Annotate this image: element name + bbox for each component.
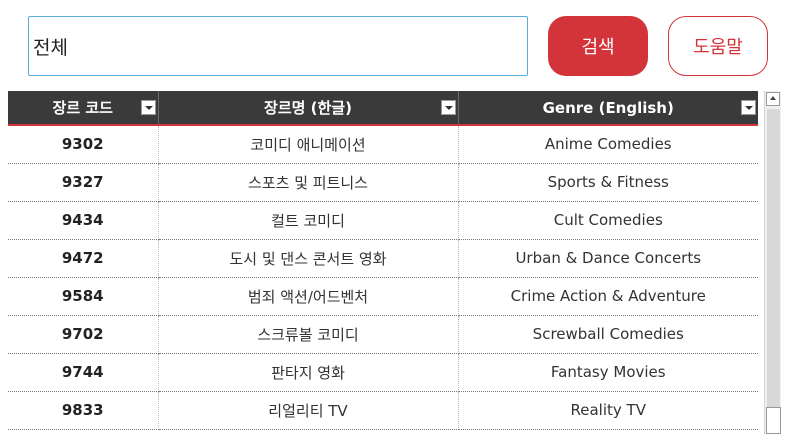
table-row[interactable]: 9302 코미디 애니메이션 Anime Comedies: [8, 125, 758, 164]
genre-code-cell: 9302: [8, 125, 159, 164]
page: 검색 도움말 장르 코드 장르명 (한글) Genre (English): [0, 0, 792, 434]
column-header-label: 장르명 (한글): [264, 99, 352, 117]
genre-korean-cell: 도시 및 댄스 콘서트 영화: [158, 239, 459, 278]
column-header-genre-english: Genre (English): [458, 91, 758, 126]
genre-english-cell: Urban & Dance Concerts: [458, 239, 758, 278]
genre-code-cell: 9833: [8, 391, 159, 430]
column-header-label: 장르 코드: [52, 99, 113, 117]
genre-english-cell: Cult Comedies: [458, 201, 758, 240]
help-button[interactable]: 도움말: [668, 16, 768, 76]
genre-korean-cell: 코미디 애니메이션: [158, 125, 459, 164]
genre-korean-cell: 스크류볼 코미디: [158, 315, 459, 354]
genre-english-cell: Fantasy Movies: [458, 353, 758, 392]
genre-code-cell: 9434: [8, 201, 159, 240]
genre-code-cell: 9584: [8, 277, 159, 316]
table-row[interactable]: 9472 도시 및 댄스 콘서트 영화 Urban & Dance Concer…: [8, 239, 758, 278]
scrollbar-thumb[interactable]: [766, 407, 781, 434]
table-row[interactable]: 9434 컬트 코미디 Cult Comedies: [8, 201, 758, 240]
genre-table: 장르 코드 장르명 (한글) Genre (English) 9302 코미디 …: [8, 91, 758, 430]
genre-code-cell: 9744: [8, 353, 159, 392]
genre-korean-cell: 스포츠 및 피트니스: [158, 163, 459, 202]
column-header-label: Genre (English): [542, 98, 674, 117]
column-header-genre-code: 장르 코드: [8, 91, 159, 126]
search-input[interactable]: [28, 16, 528, 76]
genre-code-cell: 9702: [8, 315, 159, 354]
scrollbar-track[interactable]: [767, 109, 780, 407]
genre-table-container: 장르 코드 장르명 (한글) Genre (English) 9302 코미디 …: [8, 91, 758, 434]
genre-korean-cell: 컬트 코미디: [158, 201, 459, 240]
genre-korean-cell: 판타지 영화: [158, 353, 459, 392]
genre-english-cell: Reality TV: [458, 391, 758, 430]
table-row[interactable]: 9744 판타지 영화 Fantasy Movies: [8, 353, 758, 392]
filter-dropdown-icon[interactable]: [140, 100, 156, 115]
table-row[interactable]: 9584 범죄 액션/어드벤처 Crime Action & Adventure: [8, 277, 758, 316]
genre-english-cell: Sports & Fitness: [458, 163, 758, 202]
genre-code-cell: 9327: [8, 163, 159, 202]
table-row[interactable]: 9327 스포츠 및 피트니스 Sports & Fitness: [8, 163, 758, 202]
scroll-up-arrow-icon[interactable]: [766, 92, 780, 106]
genre-korean-cell: 리얼리티 TV: [158, 391, 459, 430]
genre-english-cell: Crime Action & Adventure: [458, 277, 758, 316]
genre-english-cell: Anime Comedies: [458, 125, 758, 164]
filter-dropdown-icon[interactable]: [440, 100, 456, 115]
genre-korean-cell: 범죄 액션/어드벤처: [158, 277, 459, 316]
genre-english-cell: Screwball Comedies: [458, 315, 758, 354]
table-header-row: 장르 코드 장르명 (한글) Genre (English): [8, 91, 758, 126]
column-header-genre-korean: 장르명 (한글): [158, 91, 459, 126]
filter-dropdown-icon[interactable]: [741, 100, 756, 115]
table-row[interactable]: 9833 리얼리티 TV Reality TV: [8, 391, 758, 430]
genre-code-cell: 9472: [8, 239, 159, 278]
vertical-scrollbar[interactable]: [764, 91, 781, 434]
search-button[interactable]: 검색: [548, 16, 648, 76]
table-row[interactable]: 9702 스크류볼 코미디 Screwball Comedies: [8, 315, 758, 354]
